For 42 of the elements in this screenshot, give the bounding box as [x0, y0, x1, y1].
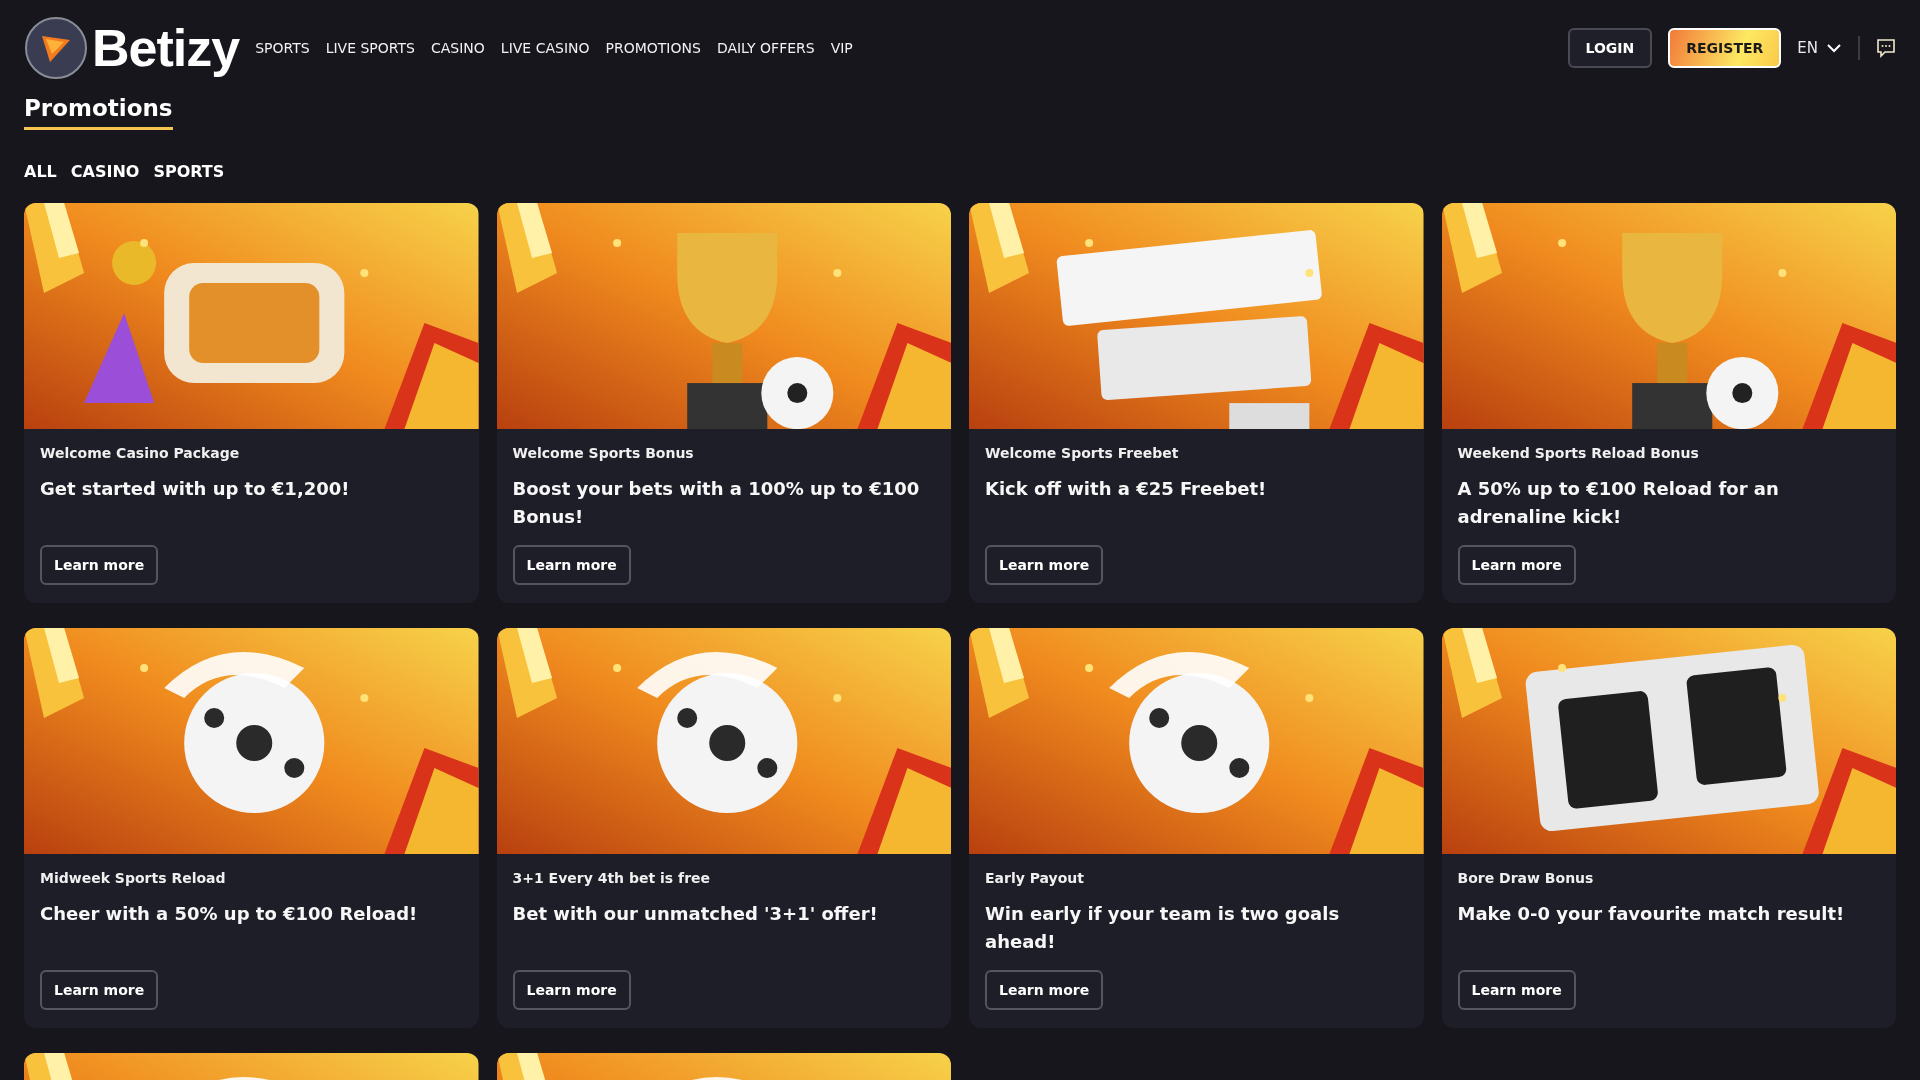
nav-link[interactable]: PROMOTIONS — [605, 39, 701, 56]
promotion-label: Welcome Sports Freebet — [985, 445, 1180, 461]
logo-icon[interactable] — [24, 15, 88, 80]
learn-more-button[interactable]: Learn more — [512, 970, 631, 1010]
chat-icon[interactable] — [1876, 37, 1896, 58]
promotion-headline: A 50% up to €100 Reload for an adrenaline kick! — [1457, 477, 1780, 529]
register-button[interactable]: REGISTER — [1668, 27, 1782, 68]
filter-tab[interactable]: CASINO — [70, 162, 140, 181]
promotion-label: Bore Draw Bonus — [1457, 870, 1595, 886]
nav-link[interactable]: CASINO — [430, 39, 485, 56]
nav-link[interactable]: SPORTS — [255, 39, 310, 56]
promotion-headline: Cheer with a 50% up to €100 Reload! — [40, 902, 419, 926]
promotion-headline: Win early if your team is two goals ahead! — [985, 902, 1341, 954]
filter-tab[interactable]: SPORTS — [153, 162, 225, 181]
promotion-label: Welcome Sports Bonus — [512, 445, 695, 461]
login-button[interactable]: LOGIN — [1567, 27, 1653, 68]
brand-name[interactable]: Betizy — [92, 17, 240, 78]
filter-tab[interactable]: ALL — [24, 162, 57, 181]
promotion-headline: Make 0-0 your favourite match result! — [1457, 902, 1846, 926]
learn-more-button[interactable]: Learn more — [40, 970, 159, 1010]
learn-more-button[interactable]: Learn more — [512, 545, 631, 585]
promotion-label: Midweek Sports Reload — [40, 870, 227, 886]
learn-more-button[interactable]: Learn more — [1457, 545, 1576, 585]
promotion-label: Weekend Sports Reload Bonus — [1457, 445, 1700, 461]
learn-more-button[interactable]: Learn more — [40, 545, 159, 585]
learn-more-button[interactable]: Learn more — [985, 970, 1104, 1010]
nav-link[interactable]: DAILY OFFERS — [716, 39, 815, 56]
nav-link[interactable]: LIVE SPORTS — [325, 39, 415, 56]
promotion-headline: Bet with our unmatched '3+1' offer! — [512, 902, 879, 926]
learn-more-button[interactable]: Learn more — [1457, 970, 1576, 1010]
promotion-headline: Get started with up to €1,200! — [40, 477, 351, 501]
promotion-label: Welcome Casino Package — [40, 445, 241, 461]
chevron-down-icon — [1826, 42, 1842, 53]
nav-link[interactable]: LIVE CASINO — [500, 39, 590, 56]
promotion-label: 3+1 Every 4th bet is free — [512, 870, 712, 886]
promotion-label: Early Payout — [985, 870, 1086, 886]
nav-link[interactable]: VIP — [830, 39, 853, 56]
page-title: Promotions — [24, 95, 173, 130]
promotion-headline: Boost your bets with a 100% up to €100 Bonus! — [512, 477, 921, 529]
language-selector[interactable]: EN — [1797, 38, 1842, 57]
learn-more-button[interactable]: Learn more — [985, 545, 1104, 585]
promotion-headline: Kick off with a €25 Freebet! — [985, 477, 1268, 501]
